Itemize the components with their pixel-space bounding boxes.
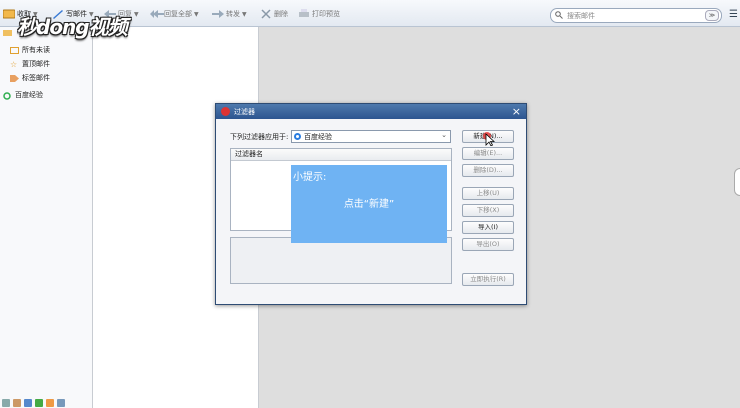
delete-label: 删除 bbox=[274, 10, 288, 18]
account-select-value: 百度经验 bbox=[304, 132, 332, 141]
menu-icon[interactable]: ☰ bbox=[729, 9, 738, 20]
side-handle[interactable] bbox=[734, 168, 740, 196]
print-preview-label: 打印预览 bbox=[312, 10, 340, 18]
delete-icon bbox=[260, 9, 272, 19]
reply-all-button[interactable]: 回复全部 ▼ bbox=[150, 8, 199, 20]
tip-heading: 小提示: bbox=[293, 172, 327, 183]
sidebar-item-label: 所有未读 bbox=[22, 46, 50, 54]
account-select[interactable]: 百度经验 ⌄ bbox=[291, 130, 451, 143]
dialog-title-bar: 过滤器 × bbox=[216, 104, 526, 119]
import-button[interactable]: 导入(I) bbox=[462, 221, 514, 234]
close-icon[interactable]: × bbox=[512, 105, 521, 118]
settings-icon[interactable] bbox=[57, 399, 65, 407]
chevron-down-icon: ▼ bbox=[242, 10, 247, 18]
sidebar-item-account[interactable]: 百度经验 bbox=[3, 90, 43, 100]
sidebar-item-pinned[interactable]: ☆ 置顶邮件 bbox=[10, 59, 50, 69]
reply-all-icon bbox=[150, 9, 164, 19]
dialog-title: 过滤器 bbox=[234, 107, 255, 116]
search-icon bbox=[555, 10, 563, 21]
mouse-cursor-icon bbox=[483, 132, 496, 148]
export-button[interactable]: 导出(O) bbox=[462, 238, 514, 251]
account-label: 百度经验 bbox=[15, 91, 43, 99]
search-options-button[interactable]: ≫ bbox=[705, 10, 719, 21]
forward-label: 转发 bbox=[226, 10, 240, 18]
notes-icon[interactable] bbox=[35, 399, 43, 407]
calendar-icon[interactable] bbox=[24, 399, 32, 407]
sidebar-item-label: 标签邮件 bbox=[22, 74, 50, 82]
apply-label: 下列过滤器应用于: bbox=[230, 133, 289, 141]
folder-icon bbox=[3, 29, 12, 36]
account-icon bbox=[3, 91, 12, 100]
chevron-down-icon: ▼ bbox=[134, 10, 139, 18]
column-header-name: 过滤器名 bbox=[231, 149, 451, 161]
print-icon bbox=[298, 9, 310, 19]
rss-icon[interactable] bbox=[46, 399, 54, 407]
contacts-icon[interactable] bbox=[13, 399, 21, 407]
folder-icon bbox=[10, 46, 19, 54]
move-down-button[interactable]: 下移(X) bbox=[462, 204, 514, 217]
move-up-button[interactable]: 上移(U) bbox=[462, 187, 514, 200]
app-logo-icon bbox=[221, 107, 230, 116]
forward-button[interactable]: 转发 ▼ bbox=[212, 8, 247, 20]
watermark-logo: 秒dong视频 bbox=[17, 15, 128, 39]
tag-icon bbox=[10, 74, 19, 82]
delete-button[interactable]: 删除 bbox=[260, 8, 288, 20]
star-icon: ☆ bbox=[10, 59, 18, 69]
search-input[interactable]: 搜索邮件 ≫ bbox=[550, 8, 722, 23]
receive-icon bbox=[2, 9, 16, 19]
delete-filter-button[interactable]: 删除(D)... bbox=[462, 164, 514, 177]
mail-icon[interactable] bbox=[2, 399, 10, 407]
reply-all-label: 回复全部 bbox=[164, 10, 192, 18]
sidebar-item-unread[interactable]: 所有未读 bbox=[10, 45, 50, 55]
filter-description bbox=[230, 237, 452, 284]
chevron-down-icon: ▼ bbox=[194, 10, 199, 18]
sidebar: 所有未读 ☆ 置顶邮件 标签邮件 百度经验 bbox=[0, 27, 93, 408]
tip-overlay: 小提示: 点击“新建” bbox=[291, 165, 447, 243]
forward-icon bbox=[212, 9, 224, 19]
sidebar-item-inbox-group[interactable] bbox=[3, 29, 12, 36]
run-now-button[interactable]: 立即执行(R) bbox=[462, 273, 514, 286]
account-icon bbox=[294, 133, 301, 140]
bottom-toolbar bbox=[0, 398, 94, 408]
sidebar-item-label: 置顶邮件 bbox=[22, 60, 50, 68]
chevron-down-icon: ⌄ bbox=[441, 131, 447, 139]
search-placeholder: 搜索邮件 bbox=[567, 11, 595, 20]
edit-button[interactable]: 编辑(E)... bbox=[462, 147, 514, 160]
tip-body: 点击“新建” bbox=[343, 199, 395, 210]
print-preview-button[interactable]: 打印预览 bbox=[298, 8, 340, 20]
sidebar-item-tagged[interactable]: 标签邮件 bbox=[10, 73, 50, 83]
